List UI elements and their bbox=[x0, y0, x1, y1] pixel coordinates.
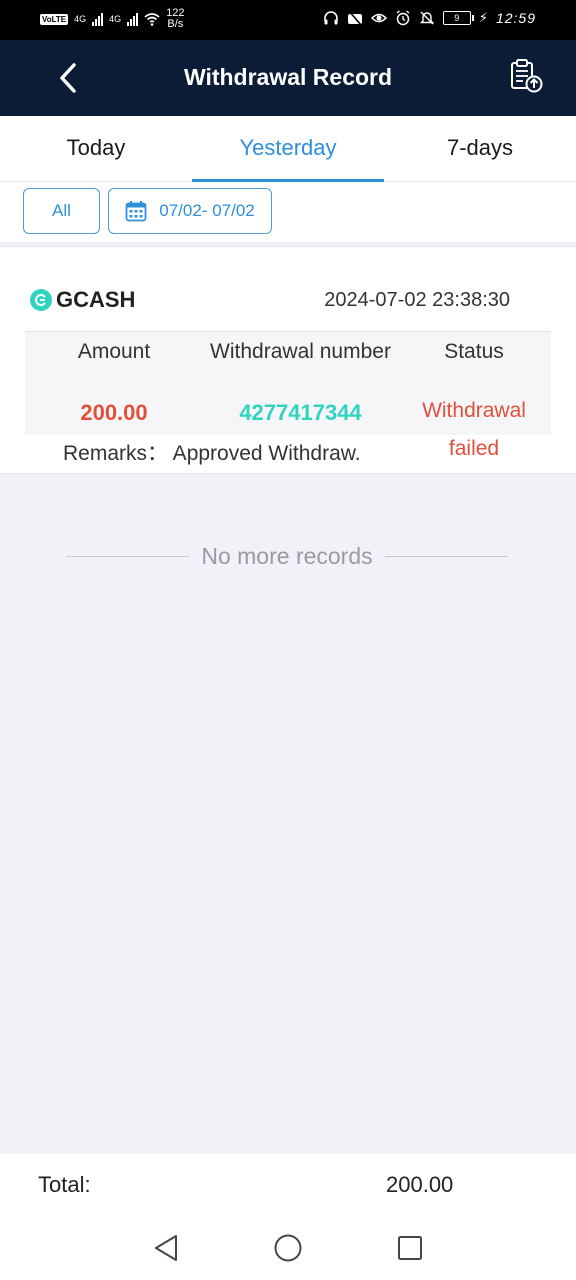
app-header: Withdrawal Record bbox=[0, 40, 576, 116]
total-label: Total: bbox=[38, 1172, 91, 1197]
date-range-picker[interactable]: 07/02- 07/02 bbox=[108, 188, 272, 234]
net-speed: 122 B/s bbox=[166, 8, 184, 30]
net-speed-unit: B/s bbox=[167, 18, 184, 30]
tab-7-days[interactable]: 7-days bbox=[384, 116, 576, 181]
total-bar: Total: 200.00 bbox=[0, 1154, 576, 1216]
page-title: Withdrawal Record bbox=[183, 64, 393, 90]
clock: 12:59 bbox=[495, 10, 536, 26]
signal-icon-2 bbox=[127, 12, 139, 26]
amount-value: 200.00 bbox=[80, 400, 148, 425]
filter-all-button[interactable]: All bbox=[23, 188, 100, 234]
amount-header: Amount bbox=[77, 340, 151, 363]
tab-today[interactable]: Today bbox=[0, 116, 192, 181]
status-bar: VoLTE 4G 4G 122 B/s 9 ⚡ 12:59 bbox=[0, 0, 576, 40]
no-more-records-label: No more records bbox=[201, 542, 373, 569]
volte-badge: VoLTE bbox=[40, 13, 69, 25]
circle-home-icon bbox=[274, 1234, 302, 1262]
clipboard-upload-icon bbox=[511, 59, 543, 93]
headphones-icon bbox=[324, 11, 338, 25]
payment-method-name: GCASH bbox=[56, 287, 136, 312]
withdrawal-number-value: 4277417344 bbox=[239, 400, 362, 425]
nav-back-button[interactable] bbox=[148, 1230, 184, 1266]
battery-level: 9 bbox=[454, 13, 460, 23]
withdrawal-record-card[interactable]: GCASH 2024-07-02 23:38:30 Amount Withdra… bbox=[0, 246, 576, 474]
status-line-2: failed bbox=[448, 437, 500, 460]
charging-icon: ⚡ bbox=[478, 10, 488, 25]
battery-icon: 9 bbox=[442, 11, 474, 25]
remarks: Remarks： Approved Withdraw. bbox=[63, 442, 361, 465]
withdrawal-number-header: Withdrawal number bbox=[210, 340, 391, 363]
wifi-icon bbox=[144, 13, 160, 26]
divider-left bbox=[66, 555, 190, 557]
no-more-records: No more records bbox=[66, 540, 508, 572]
tab-yesterday[interactable]: Yesterday bbox=[192, 116, 384, 182]
square-recents-icon bbox=[398, 1236, 422, 1260]
gcash-logo-icon bbox=[30, 289, 52, 311]
status-header: Status bbox=[444, 340, 504, 363]
nav-recents-button[interactable] bbox=[392, 1230, 428, 1266]
system-navigation-bar bbox=[0, 1216, 576, 1280]
total-value: 200.00 bbox=[386, 1172, 454, 1197]
record-details: Amount Withdrawal number Status 200.00 4… bbox=[25, 331, 551, 460]
signal-icon bbox=[92, 12, 104, 26]
status-bar-left: VoLTE 4G 4G 122 B/s bbox=[40, 8, 185, 30]
eye-icon bbox=[370, 13, 387, 23]
divider-right bbox=[384, 555, 508, 557]
camera-off-icon bbox=[347, 10, 362, 26]
payment-method: GCASH bbox=[30, 287, 135, 313]
export-record-button[interactable] bbox=[506, 56, 546, 96]
date-tabs: Today Yesterday 7-days bbox=[0, 116, 576, 182]
record-datetime: 2024-07-02 23:38:30 bbox=[324, 289, 510, 311]
calendar-icon bbox=[125, 201, 147, 222]
network-label-2: 4G bbox=[109, 14, 122, 24]
alarm-icon bbox=[396, 10, 410, 26]
status-line-1: Withdrawal bbox=[422, 399, 526, 422]
nav-home-button[interactable] bbox=[270, 1230, 306, 1266]
status-value: Withdrawal failed bbox=[408, 392, 540, 468]
network-label-1: 4G bbox=[74, 14, 87, 24]
bell-off-icon bbox=[419, 11, 435, 25]
date-range-label: 07/02- 07/02 bbox=[159, 201, 255, 220]
status-bar-right: 9 ⚡ 12:59 bbox=[323, 10, 536, 26]
triangle-back-icon bbox=[155, 1235, 177, 1261]
filter-bar: All 07/02- 07/02 bbox=[0, 182, 576, 242]
